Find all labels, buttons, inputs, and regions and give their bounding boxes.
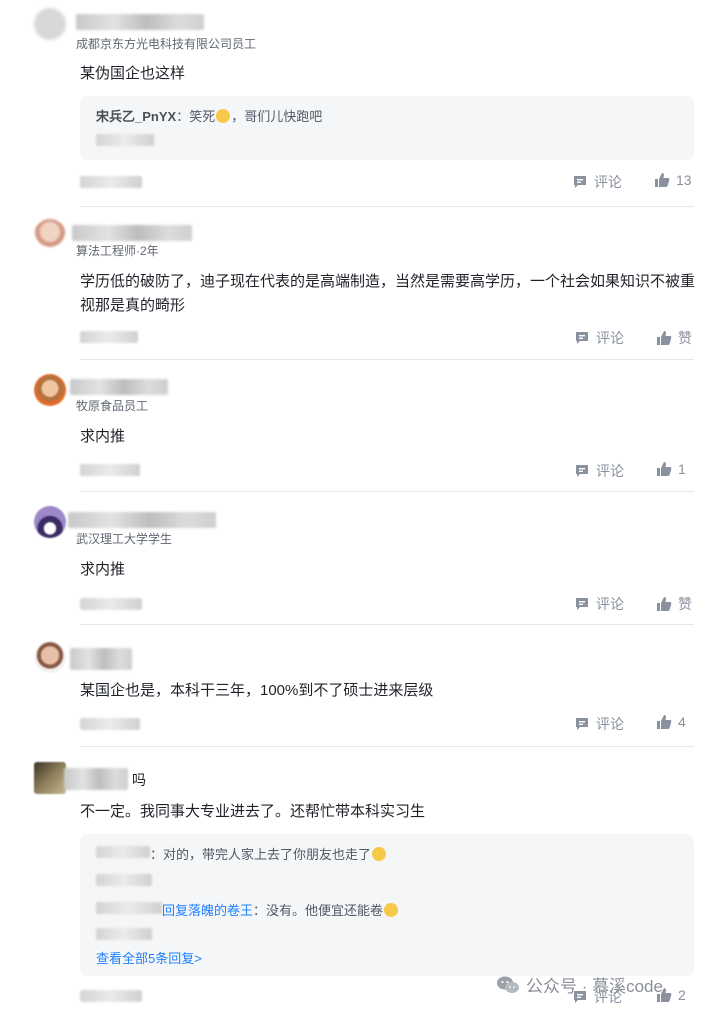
laugh-emoji-icon <box>372 847 387 861</box>
avatar[interactable] <box>34 641 66 673</box>
comment-meta-blurred <box>80 990 142 1002</box>
like-label: 赞 <box>678 596 692 612</box>
thumbs-up-icon <box>657 331 672 345</box>
comment-meta-blurred <box>80 598 142 610</box>
divider <box>80 624 694 625</box>
like-button[interactable]: 4 <box>656 714 686 730</box>
comment-label: 评论 <box>596 716 624 732</box>
like-button[interactable]: 1 <box>656 461 686 477</box>
comment-text: 不一定。我同事大专业进去了。还帮忙带本科实习生 <box>80 803 426 820</box>
comment-label: 评论 <box>596 596 624 612</box>
comment-meta-blurred <box>80 176 142 188</box>
reply-box: ：对的，带完人家上去了你朋友也走了 回复落魄的卷王：没有。他便宜还能卷 查看全部… <box>80 834 694 976</box>
reply-meta-blurred <box>96 134 154 146</box>
username-tail: 吗 <box>132 772 146 788</box>
comment-text: 某伪国企也这样 <box>80 65 186 82</box>
comment-label: 评论 <box>594 174 622 190</box>
thumbs-up-icon <box>657 715 672 729</box>
comment-icon <box>576 598 588 610</box>
like-count: 1 <box>678 461 686 477</box>
comment-label: 评论 <box>596 463 624 479</box>
reply-username[interactable]: 宋兵乙_PnYX <box>96 109 176 124</box>
thumbs-up-icon <box>657 597 672 611</box>
comment-label: 评论 <box>596 330 624 346</box>
comment-button[interactable]: 评论 <box>572 172 622 192</box>
user-subtitle: 成都京东方光电科技有限公司员工 <box>76 37 257 51</box>
like-button[interactable]: 13 <box>654 172 692 188</box>
reply-text: ：对的，带完人家上去了你朋友也走了 <box>150 847 372 862</box>
avatar[interactable] <box>34 762 66 794</box>
comment-icon <box>576 718 588 730</box>
like-count: 2 <box>678 987 686 1003</box>
avatar[interactable] <box>34 506 66 538</box>
thumbs-up-icon <box>655 173 670 187</box>
username-blurred[interactable] <box>70 379 168 395</box>
like-button[interactable]: 赞 <box>656 328 692 348</box>
wechat-icon <box>497 976 519 993</box>
comment-text: 学历低的破防了，迪子现在代表的是高端制造，当然是需要高学历，一个社会如果知识不被… <box>80 273 696 314</box>
comment-button[interactable]: 评论 <box>574 594 624 614</box>
like-button[interactable]: 赞 <box>656 594 692 614</box>
username-blurred[interactable] <box>70 648 132 670</box>
reply-box: 宋兵乙_PnYX：笑死 ，哥们儿快跑吧 <box>80 96 694 160</box>
comment-text: 某国企也是，本科干三年，100%到不了硕士进来层级 <box>80 682 434 699</box>
username-blurred[interactable] <box>72 225 192 241</box>
comment-button[interactable]: 评论 <box>574 714 624 734</box>
user-subtitle: 牧原食品员工 <box>76 399 149 413</box>
reply-username-blurred[interactable] <box>96 846 150 858</box>
comment-meta-blurred <box>80 718 140 730</box>
watermark-text: 公众号 · 慕溪code <box>526 977 663 996</box>
like-label: 赞 <box>678 330 692 346</box>
view-all-replies-link[interactable]: 查看全部5条回复> <box>96 948 202 967</box>
reply-line: 宋兵乙_PnYX：笑死 ，哥们儿快跑吧 <box>96 106 322 125</box>
reply-to-link[interactable]: 回复落魄的卷王 <box>162 903 253 918</box>
reply-text-after: ，哥们儿快跑吧 <box>231 109 323 124</box>
reply-line: ：对的，带完人家上去了你朋友也走了 <box>150 844 387 863</box>
smirk-emoji-icon <box>384 903 399 917</box>
like-count: 13 <box>676 172 692 188</box>
watermark: 公众号 · 慕溪code <box>496 972 663 997</box>
username-blurred[interactable] <box>64 768 128 790</box>
thumbs-up-icon <box>657 462 672 476</box>
avatar[interactable] <box>34 8 66 40</box>
divider <box>80 491 694 492</box>
comment-icon <box>574 176 586 188</box>
reply-text: 笑死 <box>189 109 216 124</box>
user-subtitle: 算法工程师·2年 <box>76 244 159 258</box>
user-subtitle: 武汉理工大学学生 <box>76 532 173 546</box>
divider <box>80 359 694 360</box>
username-blurred[interactable] <box>68 512 216 528</box>
avatar[interactable] <box>34 219 66 251</box>
comment-meta-blurred <box>80 331 138 343</box>
comment-button[interactable]: 评论 <box>574 328 624 348</box>
laugh-emoji-icon <box>216 109 231 123</box>
like-count: 4 <box>678 714 686 730</box>
reply-meta-blurred <box>96 874 152 886</box>
avatar[interactable] <box>34 374 66 406</box>
comment-button[interactable]: 评论 <box>574 461 624 481</box>
comment-icon <box>576 332 588 344</box>
reply-colon: ： <box>176 109 190 124</box>
reply-meta-blurred <box>96 928 152 940</box>
divider <box>80 206 694 207</box>
reply-text: ：没有。他便宜还能卷 <box>253 903 384 918</box>
comment-meta-blurred <box>80 464 140 476</box>
comment-text: 求内推 <box>80 428 126 445</box>
comment-text: 求内推 <box>80 561 126 578</box>
username-blurred[interactable] <box>76 14 204 30</box>
comment-icon <box>576 465 588 477</box>
reply-username-blurred[interactable] <box>96 902 162 914</box>
divider <box>80 746 694 747</box>
reply-line: 回复落魄的卷王：没有。他便宜还能卷 <box>162 900 399 919</box>
